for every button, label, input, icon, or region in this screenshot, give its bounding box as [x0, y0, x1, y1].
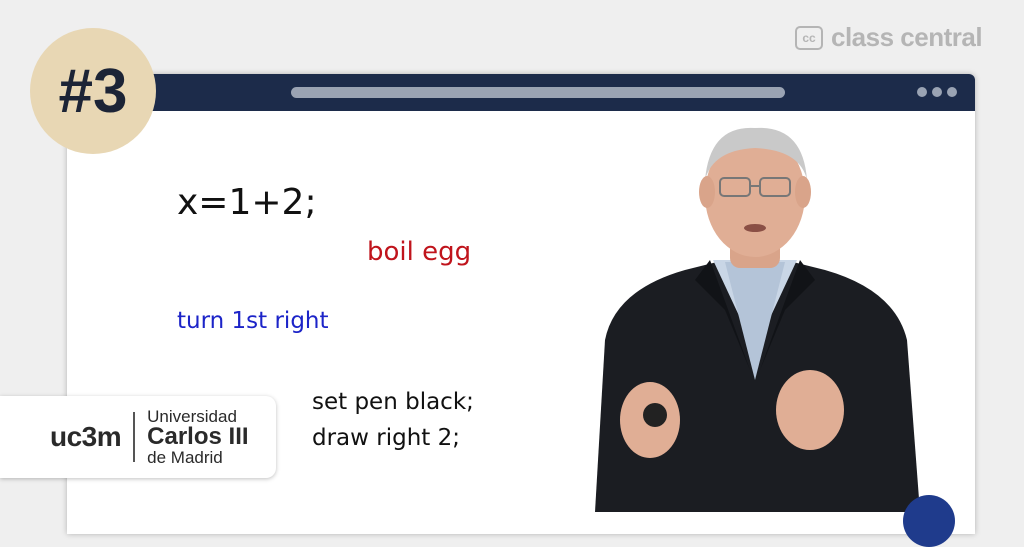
slide-code-line: draw right 2;: [312, 425, 461, 451]
university-line-2: Carlos III: [147, 423, 249, 450]
brand-name: class central: [831, 22, 983, 52]
slide-instruction-red: boil egg: [367, 237, 472, 267]
logo-divider: [133, 412, 136, 462]
university-name: Universidad Carlos III de Madrid: [147, 408, 248, 466]
window-menu-icon: [917, 87, 957, 97]
uc3m-logo: uc3m Universidad Carlos III de Madrid: [0, 396, 276, 478]
corner-decoration: [903, 495, 955, 547]
university-line-3: de Madrid: [147, 448, 223, 467]
episode-badge: #3: [30, 28, 156, 154]
menu-dot: [932, 87, 942, 97]
window-titlebar: [67, 74, 975, 111]
class-central-logo: cc class central: [795, 22, 983, 53]
presenter-figure: [595, 127, 920, 512]
address-bar: [291, 87, 785, 98]
slide-code-line: set pen black;: [312, 389, 474, 415]
class-central-icon: cc: [795, 25, 823, 50]
slide-code-line: x=1+2;: [177, 182, 317, 223]
menu-dot: [947, 87, 957, 97]
uc3m-short-name: uc3m: [50, 421, 122, 452]
menu-dot: [917, 87, 927, 97]
slide-instruction-blue: turn 1st right: [177, 308, 329, 334]
